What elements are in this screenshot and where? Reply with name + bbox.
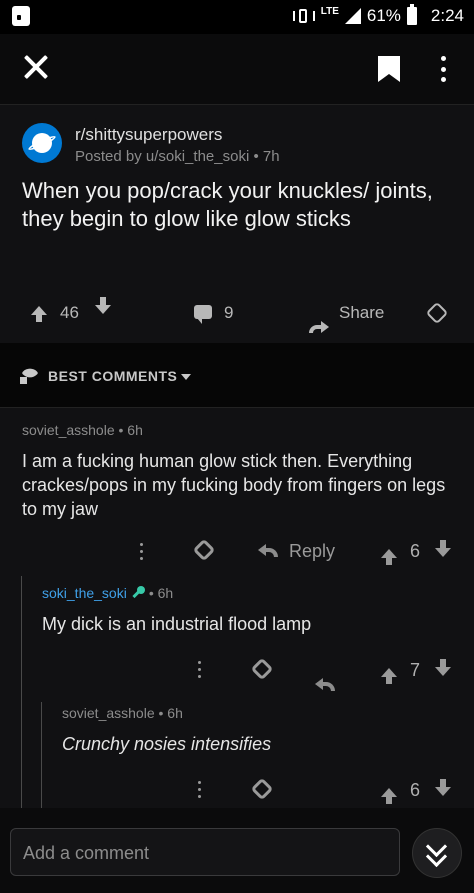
comment-age: • 6h [148,585,174,601]
thread-line [41,702,42,808]
network-type: LTE [320,5,339,17]
next-comment-button[interactable] [412,828,462,878]
award-icon[interactable] [250,777,274,801]
comment-author[interactable]: soki_the_soki [42,585,127,601]
reply-icon[interactable] [315,677,335,691]
upvote-icon[interactable] [381,668,397,684]
comment-body: My dick is an industrial flood lamp [42,614,312,634]
comment-overflow-icon[interactable] [140,543,145,560]
post-score: 46 [60,303,79,322]
post-meta: Posted by u/soki_the_soki • 7h [75,148,280,165]
chevron-down-icon[interactable] [181,374,191,380]
rocket-icon [20,367,38,384]
comment-body: Crunchy nosies intensifies [62,734,272,754]
downvote-icon[interactable] [95,297,111,314]
comment-overflow-icon[interactable] [198,661,203,678]
comment-overflow-icon[interactable] [198,781,203,798]
post-actions: 46 9 Share [0,297,474,333]
add-comment-input[interactable]: Add a comment [10,828,400,876]
comment-score: 7 [410,660,421,680]
comment-age: • 6h [158,705,183,721]
vibrate-icon [292,7,315,25]
downvote-icon[interactable] [435,659,451,676]
battery-icon [406,4,417,25]
comment-icon[interactable] [194,305,212,324]
battery-percent: 61% [366,6,401,25]
comment-age: • 6h [118,422,143,438]
comment-body: I am a fucking human glow stick then. Ev… [22,451,446,519]
subreddit-icon[interactable] [22,123,62,163]
award-icon[interactable] [250,657,274,681]
comment-list: soviet_asshole • 6h I am a fucking human… [0,408,474,825]
share-button[interactable]: Share [339,303,384,323]
flair-icon [131,586,145,600]
close-icon[interactable] [22,54,50,82]
share-icon[interactable] [309,319,329,333]
award-icon[interactable] [192,538,216,562]
comment-composer-bar: Add a comment [0,808,474,893]
upvote-icon[interactable] [381,549,397,565]
upvote-icon[interactable] [31,306,47,322]
reply-icon[interactable] [258,543,278,557]
comment-meta: soviet_asshole • 6h [22,422,143,438]
app-bar [0,34,474,105]
upvote-icon[interactable] [381,788,397,804]
reply-button[interactable]: Reply [289,541,335,562]
signal-icon [344,8,361,24]
comment-meta: soki_the_soki • 6h [42,585,173,601]
comment-meta: soviet_asshole • 6h [62,705,183,721]
downvote-icon[interactable] [435,779,451,796]
comment-score: 6 [410,780,421,800]
award-icon[interactable] [425,301,449,325]
subreddit-name[interactable]: r/shittysuperpowers [75,125,222,145]
comment-count: 9 [224,303,234,322]
comment-score: 6 [410,541,421,561]
bookmark-icon[interactable] [378,56,400,82]
post-title: When you pop/crack your knuckles/ joints… [22,178,433,231]
overflow-menu-icon[interactable] [440,56,446,82]
notification-icon [12,6,30,26]
sort-label[interactable]: BEST COMMENTS [48,368,177,384]
post-card: r/shittysuperpowers Posted by u/soki_the… [0,105,474,343]
comment-sort-bar[interactable]: BEST COMMENTS [0,343,474,408]
status-bar: LTE 61% 2:24 [0,0,474,34]
clock: 2:24 [430,6,464,25]
comment-author[interactable]: soviet_asshole [22,422,115,438]
downvote-icon[interactable] [435,540,451,557]
thread-line [21,576,22,808]
comment-author[interactable]: soviet_asshole [62,705,155,721]
